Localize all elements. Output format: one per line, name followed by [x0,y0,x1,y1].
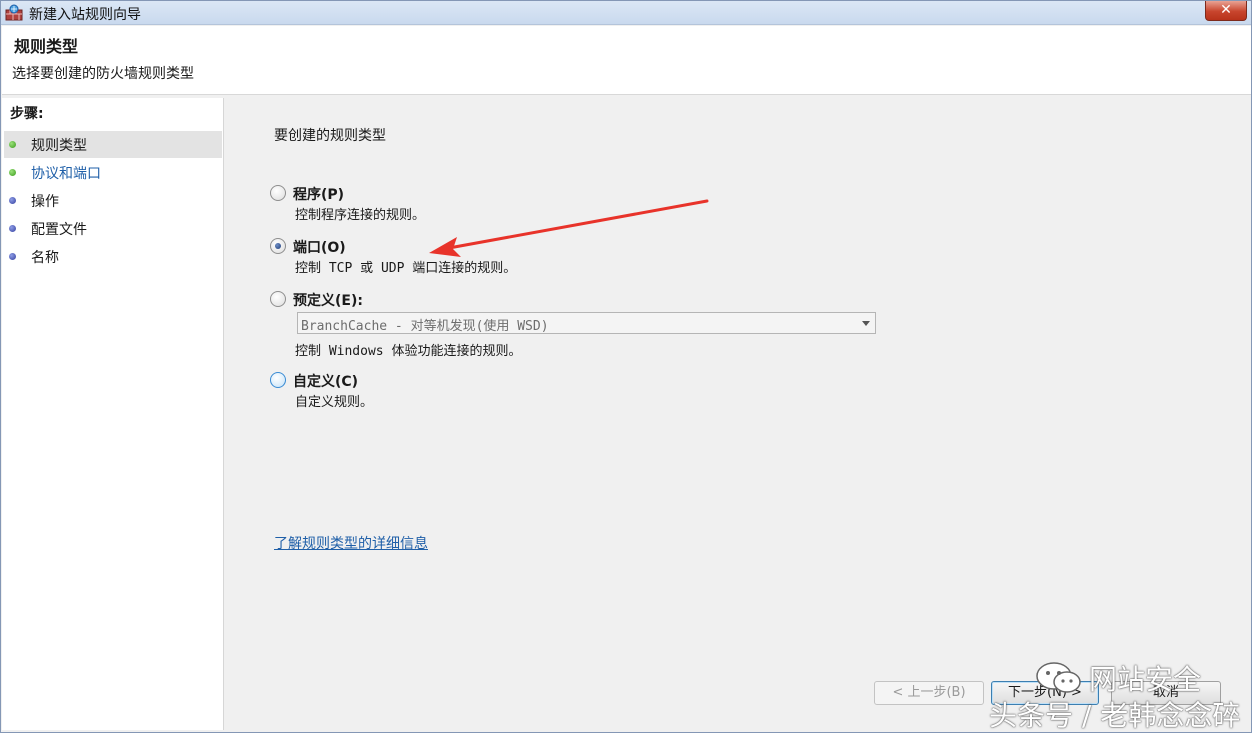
sidebar-item-rule-type[interactable]: 规则类型 [4,131,222,158]
wizard-window: 新建入站规则向导 ✕ 规则类型 选择要创建的防火墙规则类型 步骤: 规则类型 协… [0,0,1252,733]
step-pending-icon [9,253,16,260]
cancel-button-label: 取消 [1152,685,1179,700]
close-button[interactable]: ✕ [1205,1,1247,21]
main-content: 要创建的规则类型 程序(P) 控制程序连接的规则。 端口(O) 控制 TCP 或… [227,98,1251,730]
sidebar-item-profile[interactable]: 配置文件 [4,215,222,242]
step-done-icon [9,141,16,148]
close-icon: ✕ [1220,2,1232,18]
back-button[interactable]: < 上一步(B) [874,681,984,705]
sidebar-item-protocol-ports[interactable]: 协议和端口 [4,159,222,186]
sidebar-item-label: 操作 [31,194,59,210]
option-label[interactable]: 程序(P) [293,184,344,204]
steps-sidebar: 步骤: 规则类型 协议和端口 操作 配置文件 名称 [2,98,224,730]
page-title: 规则类型 [14,37,79,56]
sidebar-item-label: 配置文件 [31,222,87,238]
option-description: 控制程序连接的规则。 [295,208,426,223]
predefined-select-value: BranchCache - 对等机发现(使用 WSD) [301,319,549,334]
window-title: 新建入站规则向导 [29,7,141,23]
sidebar-item-action[interactable]: 操作 [4,187,222,214]
sidebar-item-name[interactable]: 名称 [4,243,222,270]
firewall-app-icon [5,4,23,21]
step-pending-icon [9,225,16,232]
back-button-label: < 上一步(B) [892,685,966,700]
cancel-button[interactable]: 取消 [1111,681,1221,705]
chevron-down-icon[interactable] [862,321,870,326]
title-bar[interactable]: 新建入站规则向导 ✕ [1,1,1251,25]
option-label[interactable]: 预定义(E): [293,290,363,310]
option-label[interactable]: 自定义(C) [293,371,358,391]
radio-program[interactable] [270,185,286,201]
option-description: 控制 Windows 体验功能连接的规则。 [295,344,522,359]
radio-custom[interactable] [270,372,286,388]
steps-heading: 步骤: [10,106,44,122]
radio-predefined[interactable] [270,291,286,307]
option-label[interactable]: 端口(O) [293,237,346,257]
sidebar-item-label: 协议和端口 [31,166,101,182]
option-description: 自定义规则。 [295,395,374,410]
option-description: 控制 TCP 或 UDP 端口连接的规则。 [295,261,517,276]
predefined-select[interactable]: BranchCache - 对等机发现(使用 WSD) [297,312,876,334]
radio-port[interactable] [270,238,286,254]
sidebar-item-label: 名称 [31,250,59,266]
learn-more-link[interactable]: 了解规则类型的详细信息 [274,533,428,553]
next-button-label: 下一步(N) > [1008,685,1082,700]
rule-type-question: 要创建的规则类型 [274,128,386,144]
step-done-icon [9,169,16,176]
step-pending-icon [9,197,16,204]
sidebar-item-label: 规则类型 [31,138,87,154]
page-subtitle: 选择要创建的防火墙规则类型 [12,66,194,82]
next-button[interactable]: 下一步(N) > [991,681,1099,705]
wizard-header: 规则类型 选择要创建的防火墙规则类型 [2,26,1251,95]
